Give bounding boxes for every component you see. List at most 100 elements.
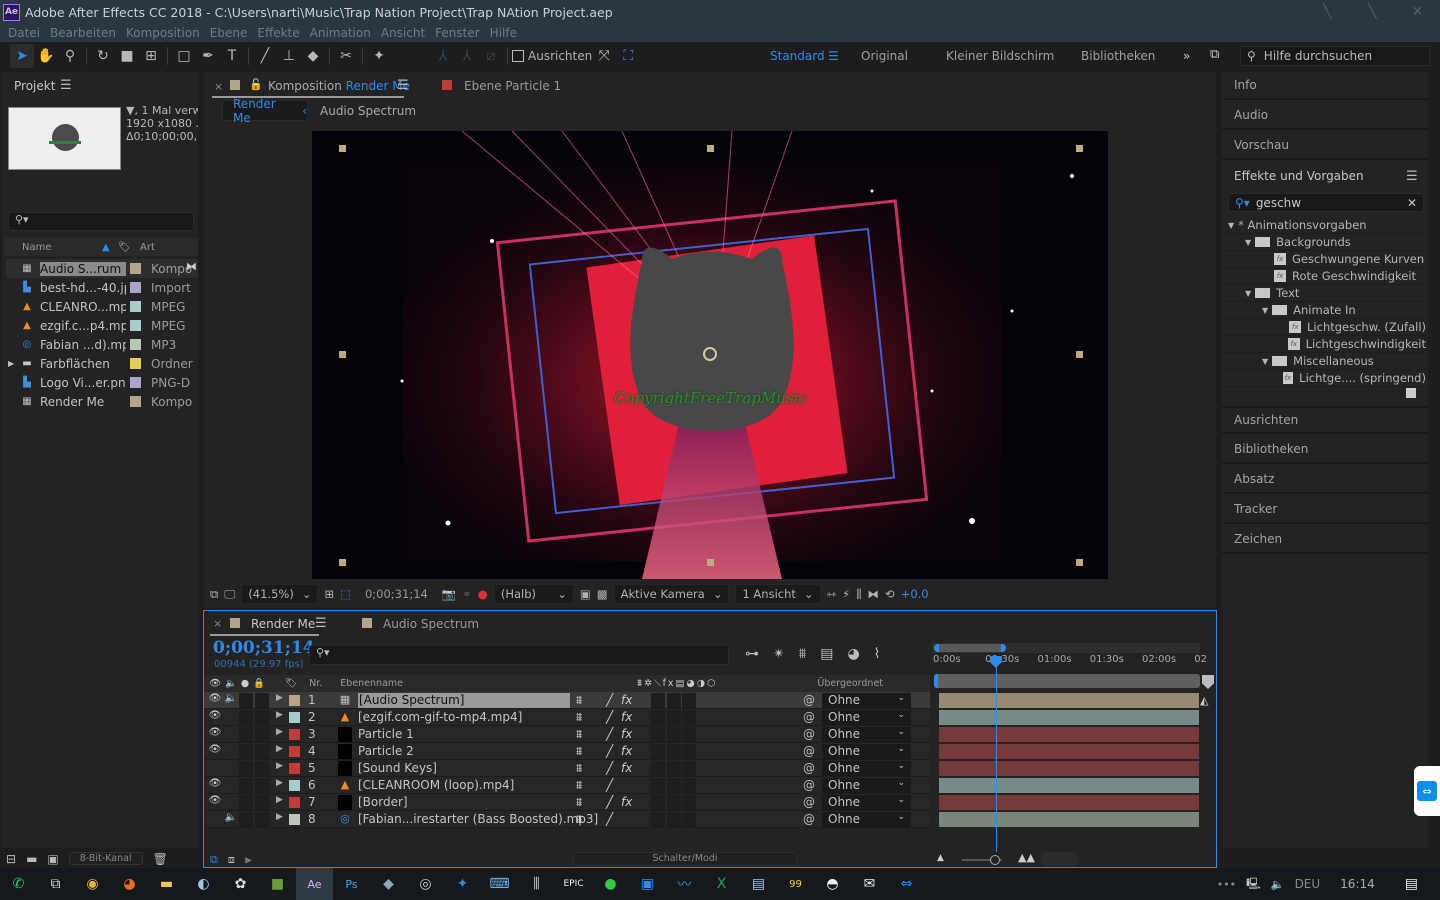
layer-row[interactable]: 👁 ▶ 4 Particle 2 ⩩ ╱ fx @ Ohne ⌄ <box>204 743 930 760</box>
audio-icon[interactable]: 🔈 <box>225 678 237 689</box>
timeline-tab-render-me[interactable]: Render Me <box>251 617 315 631</box>
view-axis-icon[interactable]: ⧄ <box>479 44 503 68</box>
project-item[interactable]: ▦ Render Me Kompo <box>6 392 198 411</box>
lock-icon[interactable]: 🔒 <box>253 678 265 689</box>
label-color-swatch[interactable] <box>130 358 141 369</box>
firefox-icon[interactable]: ◕ <box>111 868 148 900</box>
column-layer-name[interactable]: Ebenenname <box>340 678 403 689</box>
label-color-swatch[interactable] <box>289 746 300 757</box>
parent-dropdown[interactable]: Ohne ⌄ <box>822 761 911 776</box>
column-type[interactable]: Art <box>140 242 155 253</box>
solo-icon[interactable]: ● <box>241 678 249 689</box>
tree-folder[interactable]: ▼ Text <box>1224 285 1426 302</box>
expand-arrow-icon[interactable]: ▶ <box>276 812 283 827</box>
column-name[interactable]: Name <box>22 242 102 253</box>
solo-toggle[interactable] <box>239 778 253 793</box>
maximize-button[interactable]: ╲ <box>1350 0 1395 24</box>
workspace-menu-icon[interactable]: ☰ <box>828 49 839 63</box>
layer-duration-bar[interactable] <box>939 761 1199 776</box>
expand-arrow-icon[interactable]: ▶ <box>276 693 283 708</box>
label-color-swatch[interactable] <box>130 282 141 293</box>
after-effects-taskbar-icon[interactable]: Ae <box>296 868 333 900</box>
video-visibility-toggle[interactable] <box>208 761 222 776</box>
parent-dropdown[interactable]: Ohne ⌄ <box>822 727 911 742</box>
parent-dropdown[interactable]: Ohne ⌄ <box>822 693 911 708</box>
lock-toggle[interactable] <box>255 761 269 776</box>
layer-duration-bar[interactable] <box>939 727 1199 742</box>
shy-switch-icon[interactable]: ⩩ <box>576 795 582 810</box>
panel-menu-icon[interactable]: ☰ <box>1406 169 1418 184</box>
layer-row[interactable]: ▶ 5 [Sound Keys] ⩩ ╱ fx @ Ohne ⌄ <box>204 760 930 777</box>
motion-blur-switch[interactable] <box>651 812 665 827</box>
layer-name[interactable]: Particle 1 <box>358 727 414 742</box>
effects-switch-icon[interactable]: fx <box>621 744 632 759</box>
layer-row[interactable]: 👁 ▶ 3 Particle 1 ⩩ ╱ fx @ Ohne ⌄ <box>204 726 930 743</box>
timeline-current-time[interactable]: 0;00;31;14 <box>213 638 315 658</box>
transform-handle[interactable] <box>339 145 346 152</box>
flowchart-icon[interactable]: ⧓ <box>868 587 880 601</box>
3d-layer-switch[interactable] <box>682 710 696 725</box>
label-color-swatch[interactable] <box>130 301 141 312</box>
workspace-standard[interactable]: Standard <box>770 49 825 63</box>
audio-toggle[interactable] <box>224 761 238 776</box>
volume-mixer-icon[interactable]: ⫼ <box>518 868 555 900</box>
more-workspaces-button[interactable]: » <box>1183 49 1190 63</box>
label-color-swatch[interactable] <box>289 729 300 740</box>
effects-switch-icon[interactable]: fx <box>621 795 632 810</box>
layer-name[interactable]: [CLEANROOM (loop).mp4] <box>358 778 514 793</box>
layer-row[interactable]: 🔈 ▶ 8 ◎ [Fabian...irestarter (Bass Boost… <box>204 811 930 828</box>
magnification-dropdown[interactable]: (41.5%) ⌄ <box>241 584 319 604</box>
wave-icon[interactable]: 〰 <box>666 868 703 900</box>
libraries-panel-tab[interactable]: Bibliotheken <box>1222 436 1428 464</box>
text-tool-icon[interactable]: T <box>220 44 244 68</box>
breadcrumb-audio-spectrum[interactable]: Audio Spectrum <box>320 104 416 118</box>
epic-games-icon[interactable]: EPIC <box>555 868 592 900</box>
composition-mini-flowchart-icon[interactable]: ⊶ <box>745 646 759 662</box>
menu-komposition[interactable]: Komposition <box>126 26 200 40</box>
expand-arrow-icon[interactable]: ▶ <box>276 795 283 810</box>
solo-toggle[interactable] <box>239 761 253 776</box>
layer-duration-bar[interactable] <box>939 693 1199 708</box>
project-item[interactable]: ▦ Audio S...rum Kompo <box>6 259 198 278</box>
menu-effekte[interactable]: Effekte <box>257 26 299 40</box>
layer-row[interactable]: 👁 ▶ 6 ▲ [CLEANROOM (loop).mp4] ⩩ ╱ @ Ohn… <box>204 777 930 794</box>
layer-duration-bar[interactable] <box>939 812 1199 827</box>
shy-switch-icon[interactable]: ⩩ <box>576 693 582 708</box>
adjustment-layer-switch[interactable] <box>667 744 681 759</box>
lock-icon[interactable]: 🔓 <box>249 78 263 91</box>
solo-toggle[interactable] <box>239 812 253 827</box>
minecraft-icon[interactable]: ■ <box>259 868 296 900</box>
label-color-swatch[interactable] <box>130 320 141 331</box>
always-preview-icon[interactable]: ⧉ <box>210 587 218 602</box>
in-out-toggle-icon[interactable]: ⫸ <box>245 853 251 867</box>
volume-icon[interactable]: 🔈 <box>1271 878 1285 891</box>
align-panel-tab[interactable]: Ausrichten <box>1222 406 1428 434</box>
project-item[interactable]: ▙ Logo Vi...er.png PNG-D <box>6 373 198 392</box>
expand-arrow-icon[interactable]: ▶ <box>276 710 283 725</box>
lock-toggle[interactable] <box>255 710 269 725</box>
ninety-nine-icon[interactable]: 99 <box>777 868 814 900</box>
transform-handle[interactable] <box>1076 351 1083 358</box>
preset-item[interactable]: fx Lichtge.... (springend) <box>1224 370 1426 387</box>
transparency-grid-icon[interactable]: ▩ <box>597 587 608 601</box>
effects-switch-icon[interactable]: fx <box>621 761 632 776</box>
selection-tool-icon[interactable]: ➤ <box>10 44 34 68</box>
task-view-icon[interactable]: ⧉ <box>37 868 74 900</box>
adjustment-layer-switch[interactable] <box>667 795 681 810</box>
panel-menu-icon[interactable]: ☰ <box>397 78 409 93</box>
chrome-icon[interactable]: ◉ <box>74 868 111 900</box>
new-preset-icon[interactable] <box>1406 388 1416 398</box>
layer-row[interactable]: 👁 🔈 ▶ 1 ▦ [Audio Spectrum] ⩩ ╱ fx @ Ohne… <box>204 692 930 709</box>
pick-whip-icon[interactable]: @ <box>803 812 815 827</box>
zoom-out-icon[interactable]: ▲ <box>937 853 944 863</box>
close-button[interactable]: ✕ <box>1395 0 1440 24</box>
video-visibility-icon[interactable]: 👁 <box>209 678 221 689</box>
paragraph-panel-tab[interactable]: Absatz <box>1222 466 1428 494</box>
help-search-input[interactable]: ⚲ Hilfe durchsuchen <box>1240 46 1430 66</box>
audio-toggle[interactable] <box>224 710 238 725</box>
view-layout-dropdown[interactable]: 1 Ansicht ⌄ <box>735 584 821 604</box>
pick-whip-icon[interactable]: @ <box>803 778 815 793</box>
motion-blur-switch[interactable] <box>651 710 665 725</box>
layer-row[interactable]: 👁 ▶ 2 ▲ [ezgif.com-gif-to-mp4.mp4] ⩩ ╱ f… <box>204 709 930 726</box>
teamviewer-taskbar-icon[interactable]: ⇔ <box>888 868 925 900</box>
